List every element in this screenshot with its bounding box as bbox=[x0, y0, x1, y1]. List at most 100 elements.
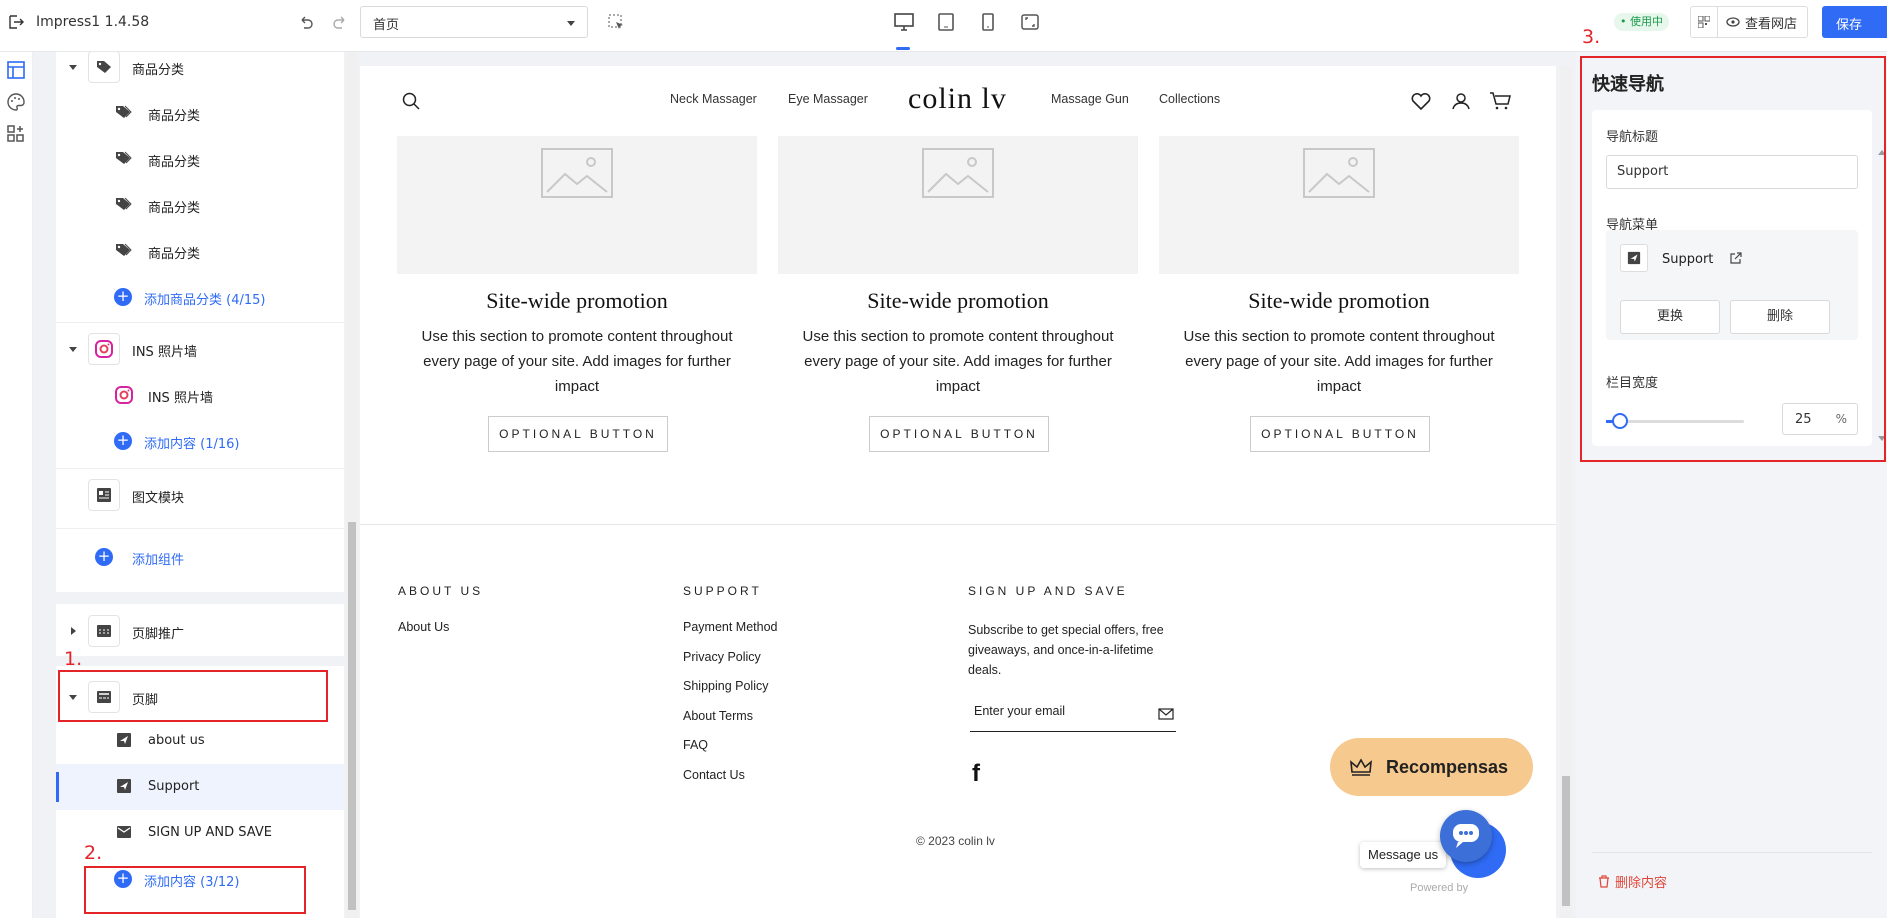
desktop-icon[interactable] bbox=[892, 10, 916, 34]
mobile-icon[interactable] bbox=[976, 10, 1000, 34]
divider bbox=[56, 468, 344, 469]
footer-link[interactable]: Payment Method bbox=[683, 620, 778, 634]
footer-link[interactable]: About Us bbox=[398, 620, 449, 634]
footer-link[interactable]: FAQ bbox=[683, 738, 708, 752]
navigation-icon bbox=[114, 730, 134, 750]
theme-palette-icon[interactable] bbox=[4, 90, 28, 114]
tree-section-category[interactable]: 商品分类 bbox=[56, 52, 344, 90]
footer-link[interactable]: Shipping Policy bbox=[683, 679, 768, 693]
footer-link[interactable]: About Terms bbox=[683, 709, 753, 723]
footer-promo-icon bbox=[88, 615, 120, 647]
add-circle-icon: + bbox=[114, 288, 132, 306]
rewards-button[interactable]: Recompensas bbox=[1330, 738, 1533, 796]
exit-icon[interactable] bbox=[6, 12, 26, 32]
top-bar: Impress1 1.4.58 首页 • 使用中 查看网店 保存 bbox=[0, 0, 1887, 52]
scrollbar-thumb[interactable] bbox=[348, 522, 356, 910]
page-select-value: 首页 bbox=[373, 18, 400, 33]
tree-item[interactable]: about us bbox=[56, 718, 344, 764]
footer-heading: SIGN UP AND SAVE bbox=[968, 584, 1128, 598]
redo-icon[interactable] bbox=[330, 12, 350, 32]
cart-icon[interactable] bbox=[1488, 90, 1512, 112]
nav-link[interactable]: Massage Gun bbox=[1051, 92, 1129, 106]
fullscreen-icon[interactable] bbox=[1018, 10, 1042, 34]
tree-item-label: INS 照片墙 bbox=[148, 391, 213, 406]
tree-item-label: 商品分类 bbox=[148, 109, 201, 124]
tag-icon bbox=[114, 194, 134, 214]
delete-content-button[interactable]: 删除内容 bbox=[1598, 872, 1667, 891]
message-us-label[interactable]: Message us bbox=[1360, 842, 1447, 868]
collapse-toggle-icon[interactable] bbox=[69, 65, 77, 70]
email-field[interactable]: Enter your email bbox=[970, 698, 1176, 732]
store-logo[interactable]: colin lv bbox=[908, 82, 1007, 116]
undo-icon[interactable] bbox=[296, 12, 316, 32]
chevron-down-icon bbox=[567, 21, 575, 26]
mail-icon[interactable] bbox=[1158, 708, 1174, 720]
divider bbox=[1592, 852, 1872, 853]
tree-scrollbar[interactable] bbox=[346, 52, 358, 918]
facebook-icon[interactable]: f bbox=[972, 760, 980, 788]
add-category-button[interactable]: + 添加商品分类 (4/15) bbox=[56, 274, 344, 320]
placeholder-image-icon bbox=[778, 136, 1138, 274]
placeholder-image-icon bbox=[397, 136, 757, 274]
tree-item-label: 商品分类 bbox=[148, 155, 201, 170]
footer-link[interactable]: Contact Us bbox=[683, 768, 745, 782]
tree-item[interactable]: 商品分类 bbox=[56, 182, 344, 228]
footer-link[interactable]: Privacy Policy bbox=[683, 650, 761, 664]
app-title: Impress1 1.4.58 bbox=[36, 14, 150, 30]
apps-icon[interactable] bbox=[4, 122, 28, 146]
email-placeholder: Enter your email bbox=[974, 704, 1066, 718]
promo-button[interactable]: OPTIONAL BUTTON bbox=[1250, 416, 1430, 452]
tree-item[interactable]: 商品分类 bbox=[56, 136, 344, 182]
tree-item[interactable]: INS 照片墙 bbox=[56, 372, 344, 418]
annotation-box-1 bbox=[58, 670, 328, 722]
wishlist-heart-icon[interactable] bbox=[1410, 90, 1432, 112]
powered-by: Powered by bbox=[1410, 882, 1469, 894]
add-component-button[interactable]: + 添加组件 bbox=[56, 534, 344, 580]
tag-icon bbox=[114, 148, 134, 168]
divider bbox=[56, 528, 344, 529]
promo-button[interactable]: OPTIONAL BUTTON bbox=[869, 416, 1049, 452]
scrollbar-thumb[interactable] bbox=[1562, 776, 1570, 906]
save-button[interactable]: 保存 bbox=[1822, 6, 1887, 38]
instagram-icon bbox=[114, 385, 134, 405]
image-text-icon bbox=[88, 479, 120, 511]
copyright: © 2023 colin lv bbox=[916, 834, 995, 848]
tag-section-icon bbox=[88, 52, 120, 83]
add-content-button[interactable]: + 添加内容 (1/16) bbox=[56, 418, 344, 464]
divider bbox=[56, 322, 344, 323]
preview-scrollbar[interactable] bbox=[1560, 66, 1572, 918]
tree-item[interactable]: 商品分类 bbox=[56, 228, 344, 274]
promo-text: Use this section to promote content thro… bbox=[1183, 328, 1495, 395]
tablet-icon[interactable] bbox=[934, 10, 958, 34]
qr-code-icon[interactable] bbox=[1690, 6, 1718, 38]
chat-bubble-button[interactable] bbox=[1440, 810, 1506, 878]
expand-toggle-icon[interactable] bbox=[71, 627, 76, 635]
nav-link[interactable]: Collections bbox=[1159, 92, 1220, 106]
sections-icon[interactable] bbox=[4, 58, 28, 82]
left-rail bbox=[0, 52, 33, 918]
account-icon[interactable] bbox=[1450, 90, 1472, 112]
tree-item-label: about us bbox=[148, 733, 205, 748]
promo-button[interactable]: OPTIONAL BUTTON bbox=[488, 416, 668, 452]
collapse-toggle-icon[interactable] bbox=[69, 347, 77, 352]
nav-link[interactable]: Eye Massager bbox=[788, 92, 868, 106]
status-badge-label: 使用中 bbox=[1630, 15, 1663, 28]
divider bbox=[56, 656, 344, 666]
page-select[interactable]: 首页 bbox=[360, 6, 588, 38]
active-device-indicator bbox=[896, 47, 910, 50]
tree-item[interactable]: 商品分类 bbox=[56, 90, 344, 136]
nav-link[interactable]: Neck Massager bbox=[670, 92, 757, 106]
tree-item-selected[interactable]: Support bbox=[56, 764, 344, 810]
view-store-button[interactable]: 查看网店 bbox=[1718, 6, 1809, 38]
selection-bar bbox=[56, 772, 59, 802]
tree-section-image-text[interactable]: 图文模块 bbox=[56, 472, 344, 518]
tree-section-footer-promo[interactable]: 页脚推广 bbox=[56, 608, 344, 654]
select-element-icon[interactable] bbox=[606, 12, 626, 32]
promo-title: Site-wide promotion bbox=[867, 288, 1049, 313]
annotation-number-1: 1. bbox=[64, 648, 83, 670]
add-category-label: 添加商品分类 (4/15) bbox=[144, 293, 266, 308]
search-icon[interactable] bbox=[400, 90, 422, 112]
tag-icon bbox=[114, 240, 134, 260]
signup-text: Subscribe to get special offers, free gi… bbox=[968, 623, 1164, 677]
tree-section-ins[interactable]: INS 照片墙 bbox=[56, 326, 344, 372]
